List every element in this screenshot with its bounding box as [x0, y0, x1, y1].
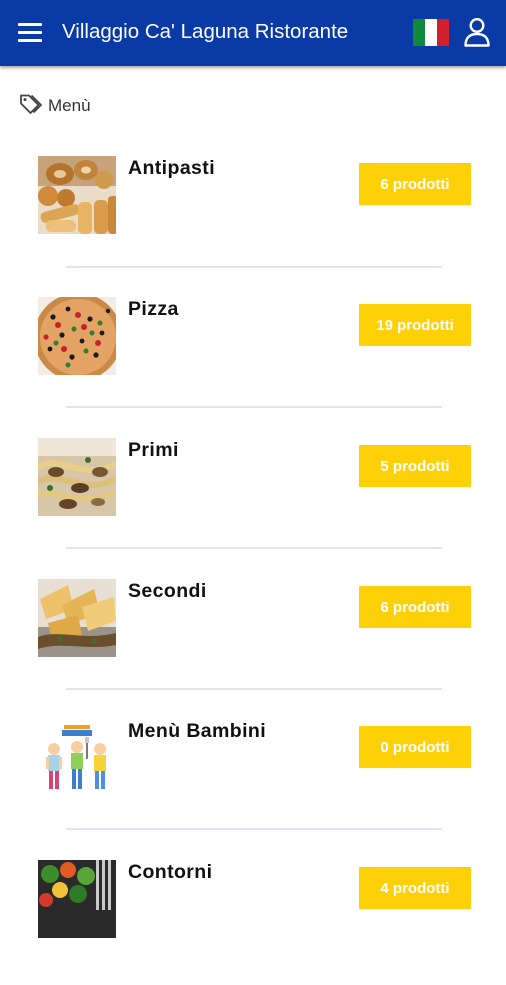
app-title: Villaggio Ca' Laguna Ristorante [62, 20, 349, 43]
divider [66, 547, 442, 549]
category-menu-bambini[interactable]: Menù Bambini 0 prodotti [0, 703, 506, 844]
product-count-badge[interactable]: 6 prodotti [359, 586, 471, 628]
product-count-badge[interactable]: 4 prodotti [359, 867, 471, 909]
kids-menu-illustration [38, 719, 116, 797]
category-name: Antipasti [128, 157, 216, 179]
product-count-badge[interactable]: 5 prodotti [359, 445, 471, 487]
category-secondi[interactable]: Secondi 6 prodotti [0, 563, 506, 704]
divider [66, 266, 442, 268]
category-antipasti[interactable]: Antipasti 6 prodotti [0, 140, 506, 281]
user-icon[interactable] [463, 17, 491, 47]
hamburger-menu-icon[interactable] [16, 20, 44, 46]
antipasti-photo [38, 156, 116, 234]
category-contorni[interactable]: Contorni 4 prodotti [0, 844, 506, 985]
top-app-bar: Villaggio Ca' Laguna Ristorante [0, 0, 506, 66]
category-primi[interactable]: Primi 5 prodotti [0, 422, 506, 563]
secondi-photo [38, 579, 116, 657]
category-name: Contorni [128, 861, 213, 883]
breadcrumb-label: Menù [48, 96, 91, 115]
pizza-photo [38, 297, 116, 375]
divider [66, 406, 442, 408]
category-name: Primi [128, 439, 179, 461]
product-count-badge[interactable]: 6 prodotti [359, 163, 471, 205]
primi-photo [38, 438, 116, 516]
category-name: Menù Bambini [128, 720, 267, 742]
tag-icon [20, 94, 42, 114]
divider [66, 688, 442, 690]
product-count-badge[interactable]: 19 prodotti [359, 304, 471, 346]
category-name: Pizza [128, 298, 179, 320]
contorni-photo [38, 860, 116, 938]
product-count-badge[interactable]: 0 prodotti [359, 726, 471, 768]
category-name: Secondi [128, 580, 207, 602]
italian-flag-icon[interactable] [413, 19, 449, 46]
category-pizza[interactable]: Pizza 19 prodotti [0, 281, 506, 422]
divider [66, 828, 442, 830]
